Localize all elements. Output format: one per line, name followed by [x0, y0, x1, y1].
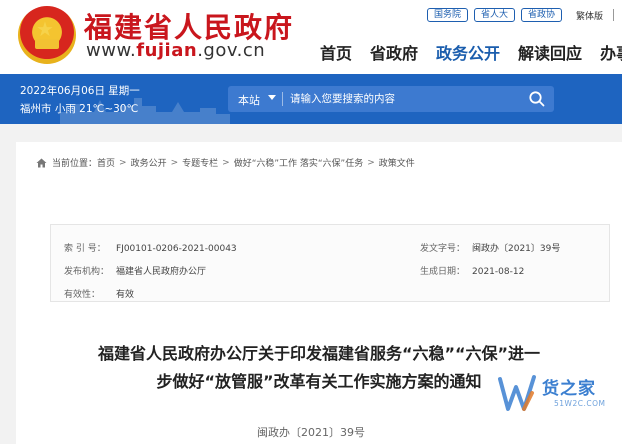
current-date: 2022年06月06日 星期一	[20, 85, 140, 97]
divider	[282, 92, 283, 106]
top-links: 国务院 省人大 省政协 繁体版	[426, 8, 614, 22]
meta-index-value: FJ00101-0206-2021-00043	[116, 244, 237, 254]
meta-publisher-label: 发布机构：	[64, 267, 110, 277]
watermark-text: 货之家	[542, 379, 596, 399]
site-header: ★ 福建省人民政府 www.fujian.gov.cn 国务院 省人大 省政协 …	[0, 0, 622, 74]
watermark-url: 51W2C.COM	[554, 399, 606, 408]
breadcrumb-item-home[interactable]: 首页	[97, 156, 115, 169]
meta-date: 生成日期： 2021-08-12	[420, 264, 524, 277]
meta-date-value: 2021-08-12	[472, 267, 525, 277]
national-emblem-icon[interactable]: ★	[18, 6, 76, 64]
info-search-bar: 2022年06月06日 星期一 福州市 小雨 21℃~30℃ 本站	[0, 74, 622, 124]
search-box: 本站	[228, 86, 554, 112]
meta-date-label: 生成日期：	[420, 267, 466, 277]
nav-government[interactable]: 省政府	[370, 40, 418, 64]
link-state-council[interactable]: 国务院	[426, 8, 468, 22]
nav-home[interactable]: 首页	[320, 40, 352, 64]
link-cppcc[interactable]: 省政协	[520, 8, 562, 22]
meta-publisher-value: 福建省人民政府办公厅	[116, 267, 207, 277]
breadcrumb-item-policy-documents[interactable]: 政策文件	[379, 156, 415, 169]
breadcrumb-prefix: 当前位置：	[52, 159, 98, 169]
breadcrumb-separator: >	[119, 157, 127, 168]
document-number: 闽政办〔2021〕39号	[257, 426, 365, 439]
language-toggle[interactable]: 繁体版	[576, 9, 603, 22]
breadcrumb-separator: >	[367, 157, 375, 168]
breadcrumb-separator: >	[222, 157, 230, 168]
breadcrumb-item-topic[interactable]: 做好“六稳”工作 落实“六保”任务	[234, 156, 364, 169]
document-title-line-1: 福建省人民政府办公厅关于印发福建省服务“六稳”“六保”进一	[97, 344, 541, 363]
meta-validity: 有效性： 有效	[64, 287, 134, 300]
weather-info: 福州市 小雨 21℃~30℃	[20, 103, 139, 115]
watermark: 货之家 51W2C.COM	[494, 369, 616, 419]
meta-issue-number: 发文字号： 闽政办〔2021〕39号	[420, 241, 560, 254]
main-nav: 首页 省政府 政务公开 解读回应 办事	[320, 40, 622, 64]
site-url: www.fujian.gov.cn	[86, 40, 266, 61]
breadcrumb-item-special-topics[interactable]: 专题专栏	[182, 156, 218, 169]
chevron-down-icon[interactable]	[268, 95, 276, 100]
nav-services[interactable]: 办事	[600, 40, 622, 64]
divider	[613, 9, 614, 21]
nav-interpretation[interactable]: 解读回应	[518, 40, 582, 64]
meta-index-label: 索 引 号：	[64, 244, 106, 254]
meta-validity-label: 有效性：	[64, 290, 101, 300]
breadcrumb: 当前位置： 首页 > 政务公开 > 专题专栏 > 做好“六稳”工作 落实“六保”…	[36, 156, 415, 169]
search-icon[interactable]	[528, 90, 546, 108]
search-scope-select[interactable]: 本站	[238, 92, 260, 108]
meta-index: 索 引 号： FJ00101-0206-2021-00043	[64, 241, 237, 254]
watermark-logo-icon	[498, 375, 536, 411]
link-provincial-congress[interactable]: 省人大	[473, 8, 515, 22]
search-input[interactable]	[290, 89, 510, 109]
breadcrumb-item-open-government[interactable]: 政务公开	[131, 156, 167, 169]
meta-issue-number-value: 闽政办〔2021〕39号	[472, 244, 561, 254]
nav-open-government[interactable]: 政务公开	[436, 40, 500, 64]
meta-issue-number-label: 发文字号：	[420, 244, 466, 254]
meta-validity-value: 有效	[116, 290, 135, 300]
breadcrumb-separator: >	[170, 157, 179, 168]
home-icon	[36, 158, 47, 167]
meta-publisher: 发布机构： 福建省人民政府办公厅	[64, 264, 206, 277]
